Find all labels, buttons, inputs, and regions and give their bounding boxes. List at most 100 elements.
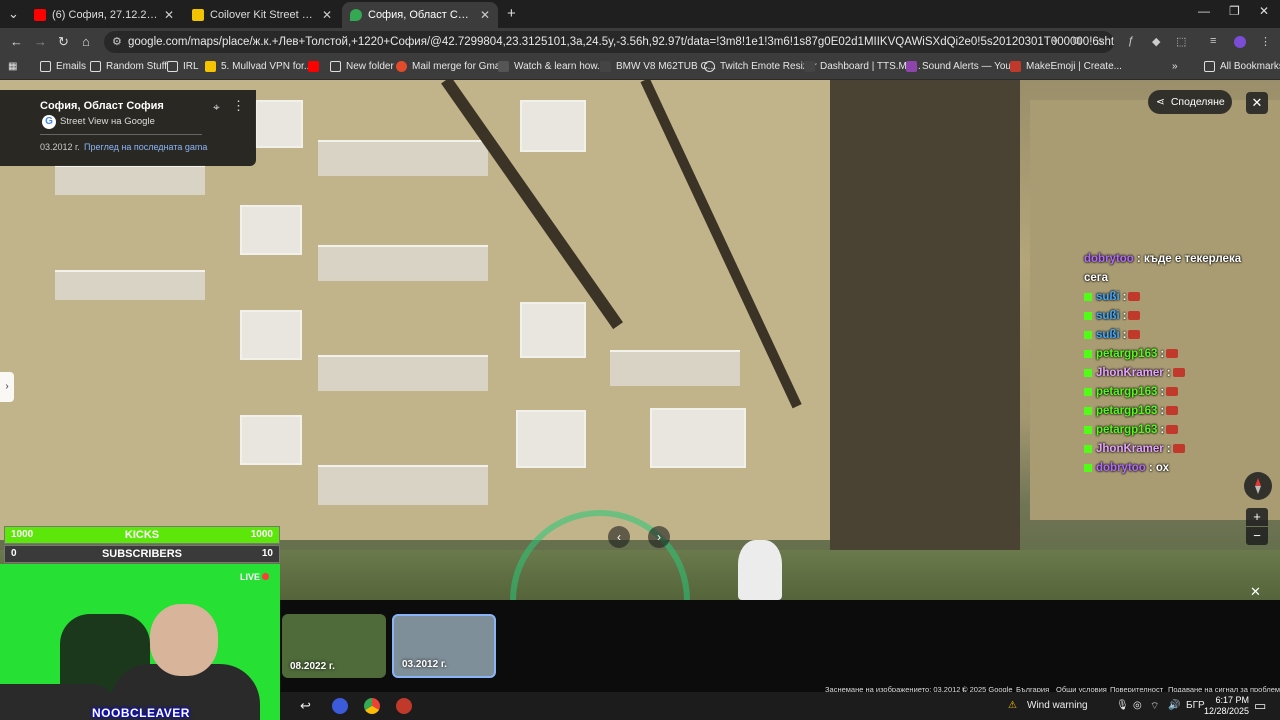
- extensions-puzzle-icon[interactable]: ⬚: [1176, 35, 1186, 48]
- minimize-icon[interactable]: —: [1198, 4, 1210, 18]
- zoom-in-button[interactable]: +: [1246, 508, 1268, 526]
- tab-title: (6) София, 27.12.2000 г. - Y: [52, 9, 158, 21]
- video-icon: [498, 61, 509, 72]
- kicks-goal: 1000: [250, 529, 273, 540]
- vpn-icon: [205, 61, 216, 72]
- tab-search-icon[interactable]: ⌄: [8, 6, 19, 22]
- chat-text: : ох: [1148, 462, 1169, 474]
- more-options-icon[interactable]: ⋮: [232, 98, 245, 114]
- thumbnail-2012[interactable]: 03.2012 г.: [392, 614, 496, 678]
- window: [240, 205, 302, 255]
- close-timeline-icon[interactable]: ✕: [1250, 584, 1261, 600]
- new-tab-button[interactable]: +: [507, 5, 516, 22]
- reload-icon[interactable]: ↻: [58, 34, 69, 50]
- back-icon[interactable]: ←: [10, 34, 23, 49]
- window: [255, 100, 303, 148]
- media-icon[interactable]: ≡: [1210, 35, 1216, 47]
- bookmark-label: Watch & learn how...: [514, 61, 606, 72]
- language-indicator[interactable]: БГР: [1186, 700, 1205, 711]
- all-bookmarks-button[interactable]: All Bookmarks: [1204, 61, 1280, 72]
- compass-needle: [1255, 478, 1261, 494]
- tab-youtube[interactable]: (6) София, 27.12.2000 г. - Y ✕: [26, 2, 182, 28]
- chat-username: sußi: [1096, 291, 1120, 303]
- chat-text: :: [1122, 291, 1127, 303]
- location-icon[interactable]: ⌖: [1052, 35, 1058, 48]
- tab-google-maps[interactable]: София, Област София – Googl ✕: [342, 2, 498, 28]
- extension-fx-icon[interactable]: ƒ: [1128, 35, 1134, 47]
- back-arrow-icon[interactable]: ↩: [300, 698, 311, 714]
- bookmark-youtube[interactable]: [308, 61, 324, 72]
- bookmark-watch-learn[interactable]: Watch & learn how...: [498, 61, 605, 72]
- bookmark-irl[interactable]: IRL: [167, 61, 199, 72]
- profile-avatar[interactable]: [1234, 36, 1246, 48]
- capture-date: 03.2012 г.: [40, 142, 80, 152]
- balcony: [55, 165, 205, 195]
- bookmark-twitch-emote[interactable]: Twitch Emote Resizer: [704, 61, 817, 72]
- wifi-icon[interactable]: ⌔: [1150, 700, 1159, 713]
- close-window-icon[interactable]: ✕: [1259, 4, 1269, 18]
- apps-grid-icon[interactable]: ▦: [8, 61, 17, 72]
- close-tab-icon[interactable]: ✕: [480, 8, 490, 22]
- more-bookmarks-button[interactable]: »: [1172, 61, 1178, 72]
- bookmark-mullvad[interactable]: 5. Mullvad VPN for...: [205, 61, 312, 72]
- obs-icon[interactable]: [396, 698, 412, 714]
- notifications-icon[interactable]: ▭: [1254, 698, 1266, 714]
- chevron-left-icon[interactable]: ‹: [608, 526, 630, 548]
- window: [520, 100, 586, 152]
- url-input[interactable]: ⚙ google.com/maps/place/ж.к.+Лев+Толстой…: [104, 31, 1114, 53]
- bookmark-mail-merge[interactable]: Mail merge for Gma...: [396, 61, 509, 72]
- webcam-feed: LIVE NOOBCLEAVER: [0, 564, 280, 720]
- install-app-icon[interactable]: ⧉: [1073, 35, 1081, 48]
- bookmark-emails[interactable]: Emails: [40, 61, 86, 72]
- window: [240, 415, 302, 465]
- bookmark-tts[interactable]: Dashboard | TTS.Mo...: [804, 61, 921, 72]
- compass-icon[interactable]: [1244, 472, 1272, 500]
- weather-text[interactable]: Wind warning: [1027, 700, 1088, 711]
- bookmark-makeemoji[interactable]: MakeEmoji | Create...: [1010, 61, 1122, 72]
- close-street-view-icon[interactable]: ✕: [1246, 92, 1268, 114]
- live-badge: LIVE: [240, 572, 270, 582]
- tab-coilover[interactable]: Coilover Kit Street BMW 7 (E38 ✕: [184, 2, 340, 28]
- bookmark-random-stuff[interactable]: Random Stuff: [90, 61, 167, 72]
- extension-icon[interactable]: ◆: [1152, 35, 1160, 48]
- chat-message: petargp163:: [1084, 402, 1274, 421]
- address-toolbar: ← → ↻ ⌂ ⚙ google.com/maps/place/ж.к.+Лев…: [0, 28, 1280, 56]
- zoom-out-button[interactable]: −: [1246, 527, 1268, 545]
- globe-icon: [704, 61, 715, 72]
- chat-emote-icon: [1172, 444, 1185, 454]
- chat-username: dobrytoo: [1084, 253, 1134, 265]
- latest-imagery-link[interactable]: Преглед на последната gama: [84, 142, 207, 152]
- network-icon[interactable]: ◎: [1133, 700, 1142, 711]
- thumbnail-2022[interactable]: 08.2022 г.: [282, 614, 386, 678]
- home-icon[interactable]: ⌂: [82, 34, 90, 49]
- forward-icon[interactable]: →: [34, 34, 47, 49]
- chat-message: сега: [1084, 269, 1274, 288]
- clock-date: 12/28/2025: [1204, 706, 1250, 716]
- bookmark-bmw[interactable]: BMW V8 M62TUB C...: [600, 61, 716, 72]
- close-tab-icon[interactable]: ✕: [322, 8, 332, 22]
- close-tab-icon[interactable]: ✕: [164, 8, 174, 22]
- chat-username: petargp163: [1096, 348, 1158, 360]
- restore-icon[interactable]: ❐: [1229, 4, 1240, 18]
- bookmark-sound-alerts[interactable]: Sound Alerts — You...: [906, 61, 1019, 72]
- chat-text: :: [1160, 405, 1165, 417]
- bookmark-star-icon[interactable]: ☆: [1095, 35, 1105, 48]
- chat-username: dobrytoo: [1096, 462, 1146, 474]
- chat-username: sußi: [1096, 310, 1120, 322]
- map-pin-icon[interactable]: ⌖: [213, 100, 220, 115]
- chrome-icon[interactable]: [364, 698, 380, 714]
- app-icon[interactable]: [332, 698, 348, 714]
- subs-label: SUBSCRIBERS: [101, 548, 183, 560]
- menu-icon[interactable]: ⋮: [1260, 35, 1271, 48]
- site-info-icon[interactable]: ⚙: [112, 35, 122, 48]
- bookmark-new-folder[interactable]: New folder: [330, 61, 394, 72]
- clock[interactable]: 6:17 PM 12/28/2025: [1204, 695, 1249, 717]
- volume-icon[interactable]: 🔊: [1168, 700, 1180, 711]
- share-button[interactable]: ⋖ Споделяне: [1148, 90, 1232, 114]
- chevron-right-icon[interactable]: ›: [648, 526, 670, 548]
- bookmark-label: Emails: [56, 61, 87, 72]
- expand-panel-icon[interactable]: ›: [0, 372, 14, 402]
- windows-taskbar: ↩ ⚠ Wind warning 🎙 ◎ ⌔ 🔊 БГР ▭: [280, 692, 1280, 720]
- mic-icon[interactable]: 🎙: [1116, 700, 1129, 711]
- chat-message: sußi:: [1084, 288, 1274, 307]
